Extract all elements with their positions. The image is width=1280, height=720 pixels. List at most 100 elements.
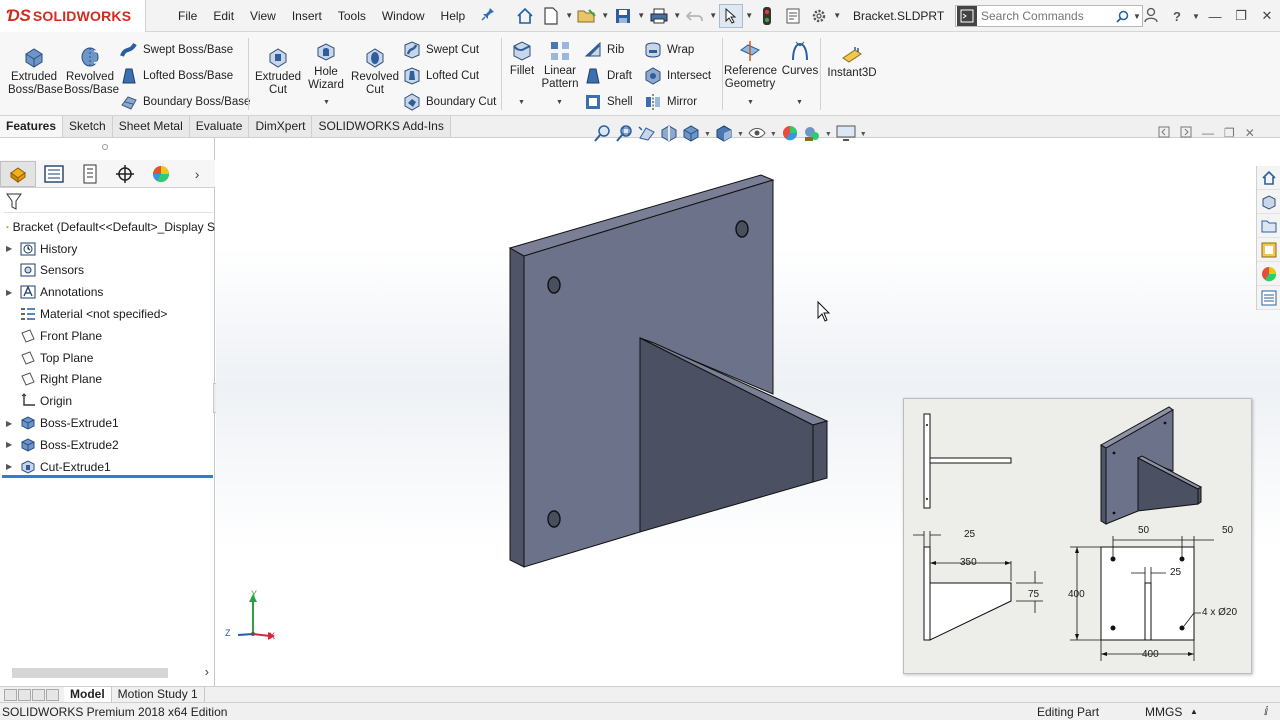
chevron-down-icon[interactable]: ▼: [825, 131, 832, 138]
rib-button[interactable]: Rib: [584, 41, 624, 59]
tree-item-annotations[interactable]: ▶ Annotations: [0, 281, 215, 303]
undo-icon[interactable]: [683, 4, 707, 28]
lofted-boss-button[interactable]: Lofted Boss/Base: [120, 67, 233, 85]
menu-window[interactable]: Window: [374, 0, 433, 32]
rollback-bar[interactable]: [2, 475, 213, 478]
display-manager-tab-icon[interactable]: [143, 161, 179, 187]
tab-motion-study-1[interactable]: Motion Study 1: [112, 687, 205, 702]
linear-pattern-chevron-down-icon[interactable]: ▼: [556, 99, 563, 106]
panel-splitter-handle[interactable]: [102, 144, 108, 150]
reference-geometry-chevron-down-icon[interactable]: ▼: [747, 99, 754, 106]
menu-tools[interactable]: Tools: [330, 0, 374, 32]
chevron-down-icon[interactable]: ▼: [770, 131, 777, 138]
status-tooltip-icon[interactable]: ⅈ: [1264, 704, 1268, 718]
new-document-icon[interactable]: [539, 4, 563, 28]
tree-item-origin[interactable]: Origin: [0, 390, 215, 412]
expand-arrow-icon[interactable]: ▶: [6, 462, 16, 471]
print-icon[interactable]: [647, 4, 671, 28]
unit-system-selector[interactable]: MMGS: [1145, 705, 1182, 719]
tree-filter[interactable]: [4, 191, 213, 213]
extruded-cut-button[interactable]: Extruded Cut: [253, 46, 303, 97]
expand-arrow-icon[interactable]: ▶: [6, 288, 16, 297]
file-properties-icon[interactable]: [781, 4, 805, 28]
tree-item-boss-extrude1[interactable]: ▶ Boss-Extrude1: [0, 412, 215, 434]
save-icon[interactable]: [611, 4, 635, 28]
reference-geometry-button[interactable]: Reference Geometry: [724, 40, 777, 91]
rebuild-icon[interactable]: [755, 4, 779, 28]
hole-wizard-chevron-down-icon[interactable]: ▼: [323, 99, 330, 106]
fillet-chevron-down-icon[interactable]: ▼: [518, 99, 525, 106]
tree-item-sensors[interactable]: Sensors: [0, 260, 215, 282]
minimize-icon[interactable]: —: [1202, 9, 1228, 24]
next-tab-arrow-icon[interactable]: [32, 688, 45, 701]
boundary-cut-button[interactable]: Boundary Cut: [403, 93, 496, 111]
scrollbar-thumb[interactable]: [12, 668, 168, 678]
lofted-cut-button[interactable]: Lofted Cut: [403, 67, 479, 85]
shell-button[interactable]: Shell: [584, 93, 633, 111]
intersect-button[interactable]: Intersect: [644, 67, 711, 85]
chevron-down-icon[interactable]: ▼: [833, 11, 841, 20]
expand-arrow-icon[interactable]: ▶: [6, 440, 16, 449]
previous-tab-arrow-icon[interactable]: [18, 688, 31, 701]
help-question-icon[interactable]: ?: [1164, 9, 1190, 24]
options-gear-icon[interactable]: [807, 4, 831, 28]
close-icon[interactable]: ✕: [1254, 8, 1280, 24]
curves-chevron-down-icon[interactable]: ▼: [796, 99, 803, 106]
expand-arrow-icon[interactable]: ▶: [6, 244, 16, 253]
property-manager-tab-icon[interactable]: [36, 161, 72, 187]
menu-insert[interactable]: Insert: [284, 0, 330, 32]
help-chevron-down-icon[interactable]: ▼: [1190, 12, 1202, 21]
solidworks-logo[interactable]: ƊS SOLIDWORKS: [0, 0, 146, 32]
feature-manager-tab-icon[interactable]: [0, 160, 36, 187]
restore-icon[interactable]: ❐: [1228, 8, 1254, 24]
chevron-down-icon[interactable]: ▼: [745, 11, 753, 20]
chevron-down-icon[interactable]: ▼: [673, 11, 681, 20]
configuration-manager-tab-icon[interactable]: [72, 161, 108, 187]
swept-cut-button[interactable]: Swept Cut: [403, 41, 479, 59]
chevron-down-icon[interactable]: ▼: [704, 131, 711, 138]
search-commands-box[interactable]: ▼: [955, 5, 1143, 27]
chevron-right-icon[interactable]: ›: [179, 161, 215, 187]
search-input[interactable]: [981, 9, 1113, 23]
linear-pattern-button[interactable]: Linear Pattern: [538, 40, 582, 91]
mirror-button[interactable]: Mirror: [644, 93, 697, 111]
menu-edit[interactable]: Edit: [205, 0, 242, 32]
scroll-right-chevron-icon[interactable]: ›: [205, 664, 209, 679]
tab-evaluate[interactable]: Evaluate: [189, 116, 250, 137]
tab-features[interactable]: Features: [0, 116, 64, 137]
tree-item-top-plane[interactable]: Top Plane: [0, 347, 215, 369]
tree-item-material[interactable]: Material <not specified>: [0, 303, 215, 325]
menu-help[interactable]: Help: [433, 0, 474, 32]
boundary-boss-button[interactable]: Boundary Boss/Base: [120, 93, 250, 111]
chevron-down-icon[interactable]: ▼: [601, 11, 609, 20]
tree-root-part[interactable]: Bracket (Default<<Default>_Display S: [0, 216, 215, 238]
curves-button[interactable]: Curves: [780, 40, 820, 78]
tab-dimxpert[interactable]: DimXpert: [249, 116, 313, 137]
revolved-boss-button[interactable]: Revolved Boss/Base: [64, 46, 119, 97]
select-arrow-icon[interactable]: [719, 3, 744, 28]
horizontal-scrollbar[interactable]: ›: [0, 664, 215, 681]
tree-item-right-plane[interactable]: Right Plane: [0, 369, 215, 391]
tab-navigation-arrows[interactable]: [0, 688, 64, 701]
open-folder-icon[interactable]: [575, 4, 599, 28]
tree-item-front-plane[interactable]: Front Plane: [0, 325, 215, 347]
wrap-button[interactable]: Wrap: [644, 41, 694, 59]
home-icon[interactable]: [513, 4, 537, 28]
tab-sketch[interactable]: Sketch: [63, 116, 113, 137]
draft-button[interactable]: Draft: [584, 67, 632, 85]
extruded-boss-button[interactable]: Extruded Boss/Base: [8, 46, 63, 97]
fillet-button[interactable]: Fillet: [506, 40, 538, 78]
unit-system-chevron-icon[interactable]: ▲: [1190, 707, 1198, 716]
dimxpert-manager-tab-icon[interactable]: [108, 161, 144, 187]
chevron-down-icon[interactable]: ▼: [860, 131, 867, 138]
menu-file[interactable]: File: [170, 0, 205, 32]
tree-item-boss-extrude2[interactable]: ▶ Boss-Extrude2: [0, 434, 215, 456]
pin-icon[interactable]: [481, 7, 495, 24]
tree-item-history[interactable]: ▶ History: [0, 238, 215, 260]
first-tab-arrow-icon[interactable]: [4, 688, 17, 701]
chevron-down-icon[interactable]: ▼: [709, 11, 717, 20]
expand-arrow-icon[interactable]: ▶: [6, 419, 16, 428]
revolved-cut-button[interactable]: Revolved Cut: [350, 46, 400, 97]
hole-wizard-button[interactable]: Hole Wizard: [303, 41, 349, 92]
instant3d-button[interactable]: Instant3D: [826, 46, 878, 80]
